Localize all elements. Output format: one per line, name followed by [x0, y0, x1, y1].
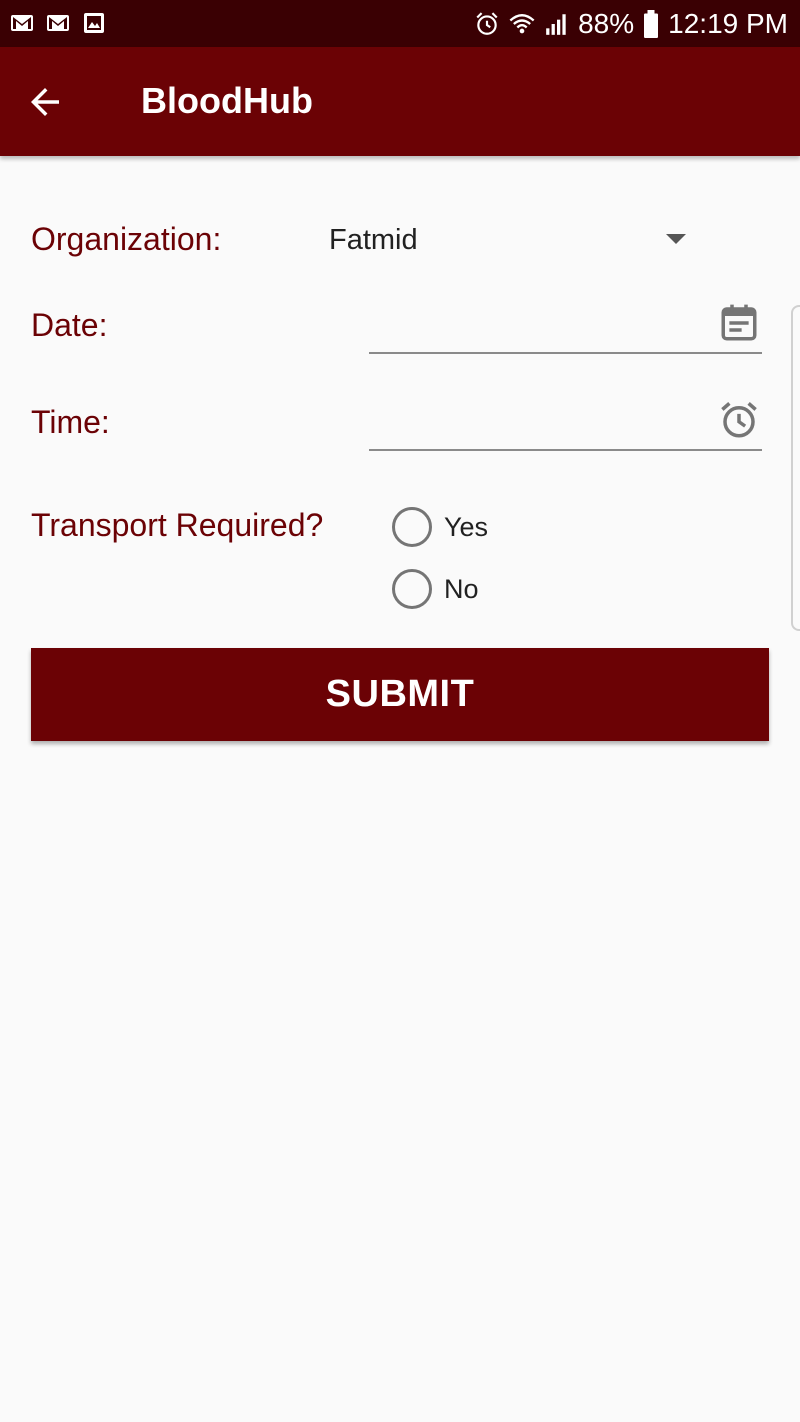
time-field[interactable] — [369, 385, 762, 451]
radio-label-yes: Yes — [444, 511, 489, 542]
organization-value: Fatmid — [329, 224, 418, 256]
calendar-icon[interactable] — [718, 302, 760, 344]
alarm-clock-icon[interactable] — [718, 399, 760, 441]
radio-yes[interactable]: Yes — [392, 505, 488, 549]
radio-button-yes[interactable] — [392, 507, 432, 547]
battery-icon — [644, 9, 659, 38]
dropdown-arrow-icon — [666, 234, 686, 244]
transport-label: Transport Required? — [31, 507, 324, 543]
gmail-icon — [47, 15, 69, 31]
status-bar: 88% 12:19 PM — [0, 0, 800, 47]
gmail-icon — [11, 15, 33, 31]
app-title: BloodHub — [141, 80, 313, 121]
date-field[interactable] — [369, 288, 762, 354]
battery-percent: 88% — [578, 7, 635, 39]
radio-button-no[interactable] — [392, 569, 432, 609]
signal-icon — [546, 13, 566, 35]
clock: 12:19 PM — [668, 7, 788, 39]
date-label: Date: — [31, 307, 108, 343]
app-bar: BloodHub — [0, 47, 800, 156]
radio-no[interactable]: No — [392, 567, 479, 611]
gallery-icon — [84, 13, 104, 33]
submit-button[interactable]: SUBMIT — [31, 648, 769, 741]
time-label: Time: — [31, 404, 110, 440]
date-underline — [369, 352, 762, 354]
organization-label: Organization: — [31, 221, 222, 257]
alarm-icon — [476, 11, 498, 35]
wifi-icon — [509, 13, 535, 33]
edge-panel-handle[interactable] — [791, 305, 800, 631]
arrow-back-icon[interactable] — [24, 81, 66, 123]
time-underline — [369, 449, 762, 451]
radio-label-no: No — [444, 573, 479, 604]
organization-dropdown[interactable]: Fatmid — [312, 212, 712, 270]
